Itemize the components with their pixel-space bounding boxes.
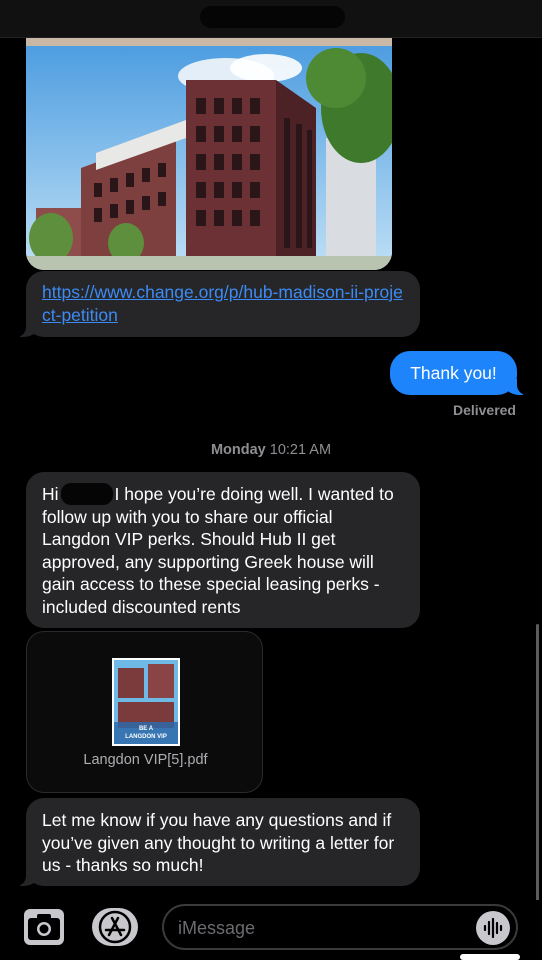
outgoing-message[interactable]: Thank you! <box>390 351 527 395</box>
svg-text:LANGDON VIP: LANGDON VIP <box>125 734 167 740</box>
link-message[interactable]: https://www.change.org/p/hub-madison-ii-… <box>16 271 420 337</box>
message-greeting: Hi <box>42 484 59 504</box>
redacted-name <box>60 483 113 505</box>
delivery-status: Delivered <box>452 402 516 418</box>
pdf-preview-image: BE A LANGDON VIP <box>114 660 178 744</box>
home-indicator <box>460 954 520 960</box>
pdf-thumbnail-caption: BE A <box>139 726 154 732</box>
image-message[interactable] <box>26 38 392 270</box>
app-store-button[interactable] <box>92 908 138 946</box>
outgoing-message-text: Thank you! <box>410 363 497 383</box>
conversation-header <box>0 0 542 38</box>
timestamp-time: 10:21 AM <box>269 442 332 458</box>
audio-waveform-icon <box>483 917 503 939</box>
camera-icon <box>28 914 60 940</box>
message-timestamp: Monday 10:21 AM <box>0 442 542 458</box>
building-rendering-image <box>26 38 392 270</box>
app-store-icon <box>98 910 132 944</box>
camera-button[interactable] <box>24 909 64 945</box>
message-input[interactable] <box>178 914 468 942</box>
pdf-thumbnail: BE A LANGDON VIP <box>112 658 180 746</box>
incoming-message[interactable]: Let me know if you have any questions an… <box>16 798 420 886</box>
redacted-contact-name <box>200 6 345 28</box>
timestamp-day: Monday <box>210 442 266 458</box>
pdf-attachment[interactable]: BE A LANGDON VIP Langdon VIP[5].pdf <box>26 631 263 793</box>
pdf-filename: Langdon VIP[5].pdf <box>83 752 208 768</box>
scroll-indicator[interactable] <box>536 624 539 900</box>
message-composer <box>0 900 542 960</box>
voice-message-button[interactable] <box>476 911 510 945</box>
imessage-field[interactable] <box>162 904 518 950</box>
petition-link[interactable]: https://www.change.org/p/hub-madison-ii-… <box>42 282 403 325</box>
message-body: Let me know if you have any questions an… <box>42 810 395 875</box>
message-thread[interactable]: https://www.change.org/p/hub-madison-ii-… <box>0 38 542 900</box>
incoming-message[interactable]: Hi I hope you’re doing well. I wanted to … <box>26 472 420 628</box>
